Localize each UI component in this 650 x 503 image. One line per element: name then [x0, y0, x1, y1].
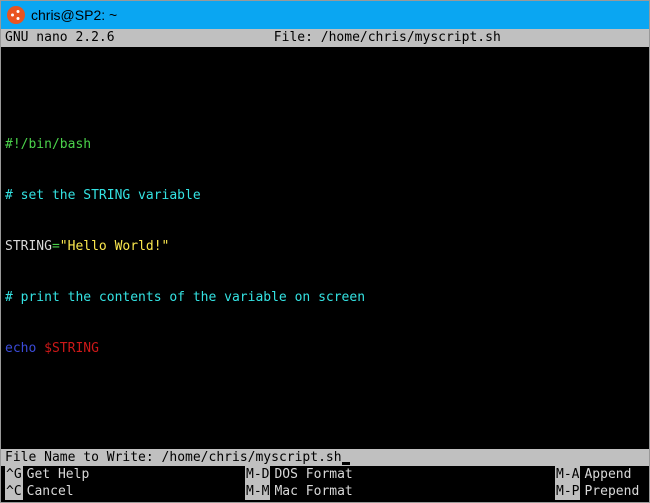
prompt-value: /home/chris/myscript.sh: [162, 450, 342, 465]
code-line: STRING="Hello World!": [5, 238, 645, 255]
shortcut-get-help[interactable]: ^GGet Help: [5, 466, 245, 483]
terminal-window: chris@SP2: ~ GNU nano 2.2.6 File: /home/…: [1, 1, 649, 502]
window-title: chris@SP2: ~: [31, 7, 117, 23]
shortcut-mac-format[interactable]: M-MMac Format: [245, 483, 555, 500]
editor-area[interactable]: #!/bin/bash # set the STRING variable ST…: [1, 47, 649, 449]
code-line: echo $STRING: [5, 340, 645, 357]
code-line: # print the contents of the variable on …: [5, 289, 645, 306]
shortcut-cancel[interactable]: ^CCancel: [5, 483, 245, 500]
ubuntu-icon: [7, 6, 25, 24]
shortcut-append[interactable]: M-AAppend: [555, 466, 645, 483]
nano-header: GNU nano 2.2.6 File: /home/chris/myscrip…: [1, 29, 649, 47]
window-titlebar[interactable]: chris@SP2: ~: [1, 1, 649, 29]
nano-version: GNU nano 2.2.6: [5, 29, 274, 47]
nano-file-label: File: /home/chris/myscript.sh: [274, 29, 645, 47]
code-line: #!/bin/bash: [5, 136, 645, 153]
shortcut-prepend[interactable]: M-PPrepend: [555, 483, 645, 500]
text-cursor: [342, 462, 350, 465]
shortcut-bar: ^GGet Help M-DDOS Format M-AAppend ^CCan…: [1, 466, 649, 502]
shortcut-row: ^GGet Help M-DDOS Format M-AAppend: [5, 466, 645, 483]
shortcut-dos-format[interactable]: M-DDOS Format: [245, 466, 555, 483]
prompt-label: File Name to Write:: [5, 450, 162, 465]
code-line: # set the STRING variable: [5, 187, 645, 204]
filename-prompt[interactable]: File Name to Write: /home/chris/myscript…: [1, 449, 649, 466]
shortcut-row: ^CCancel M-MMac Format M-PPrepend: [5, 483, 645, 500]
